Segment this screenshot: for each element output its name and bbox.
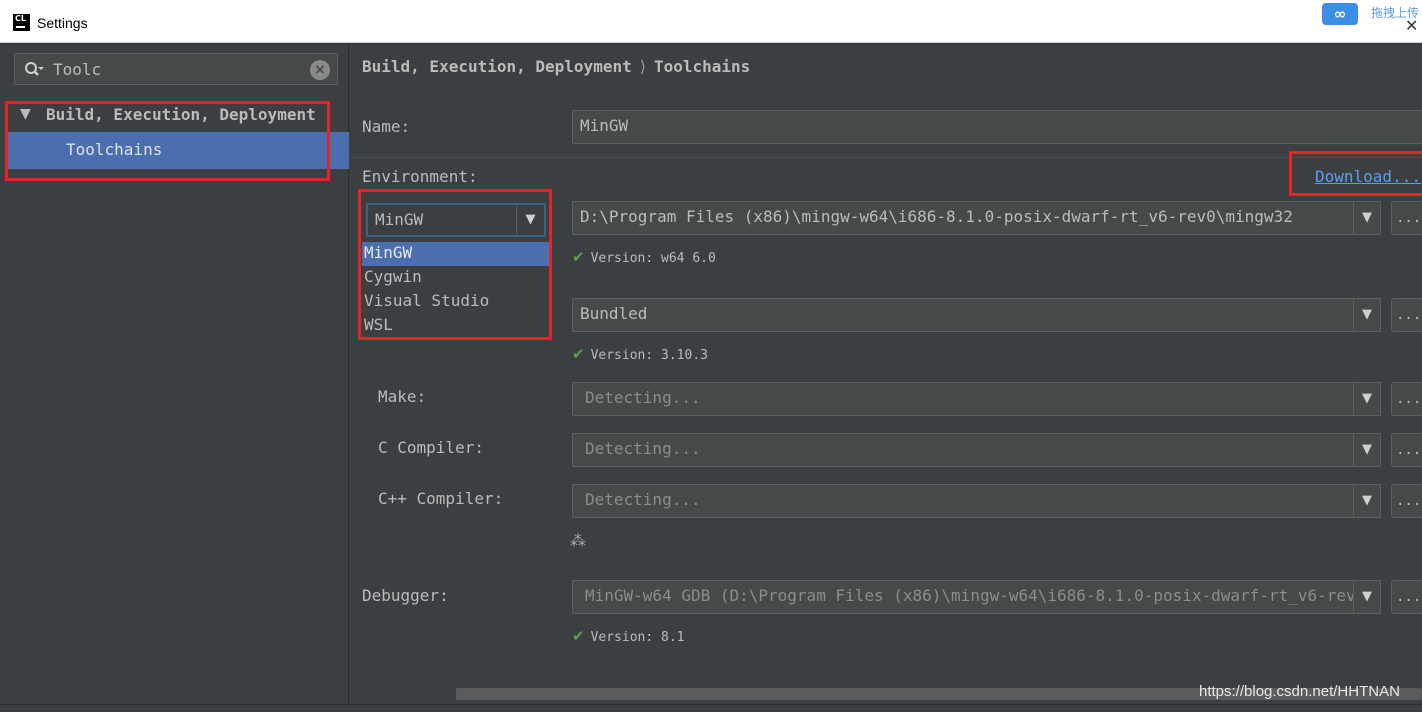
debugger-browse-button[interactable]: ... [1391,580,1422,614]
environment-path-field[interactable]: D:\Program Files (x86)\mingw-w64\i686-8.… [572,201,1354,235]
check-icon: ✔ [572,627,585,645]
window-title: Settings [37,15,88,31]
breadcrumb-separator: ⟩ [639,57,646,76]
environment-type-value: MinGW [375,210,424,229]
debugger-version: ✔ Version: 8.1 [572,627,685,645]
environment-path-value: D:\Program Files (x86)\mingw-w64\i686-8.… [580,207,1293,226]
breadcrumb-page: Toolchains [653,57,751,76]
breadcrumb: Build, Execution, Deployment ⟩ Toolchains [362,57,750,76]
dialog-bottom-edge [0,704,1422,712]
name-label: Name: [362,117,411,136]
window-titlebar: CL Settings ∞ 拖拽上传 ✕ [0,0,1422,43]
settings-search-box[interactable]: × [14,53,338,85]
environment-version: ✔ Version: w64 6.0 [572,248,716,266]
divider [350,157,1422,158]
check-icon: ✔ [572,345,585,363]
close-icon[interactable]: ✕ [1405,16,1418,35]
c-compiler-label: C Compiler: [378,438,484,457]
environment-type-popup: MinGW Cygwin Visual Studio WSL [362,242,549,338]
tree-item-toolchains[interactable]: Toolchains [5,132,349,169]
tree-item-label: Build, Execution, Deployment [46,105,316,124]
settings-content-panel: Build, Execution, Deployment ⟩ Toolchains … [350,43,1422,712]
cpp-compiler-label: C++ Compiler: [378,489,504,508]
settings-search-input[interactable] [53,58,303,80]
debugger-dropdown[interactable]: ▼ [1353,580,1381,614]
clion-app-icon: CL [13,14,30,31]
toolchain-name-value: MinGW [580,116,629,135]
cpp-compiler-dropdown[interactable]: ▼ [1353,484,1381,518]
loading-spinner-icon: ⁂ [570,531,586,550]
tree-expand-arrow-icon[interactable]: ▼ [20,106,31,122]
env-option-wsl[interactable]: WSL [362,314,549,338]
make-field[interactable]: Detecting... [572,382,1354,416]
make-dropdown[interactable]: ▼ [1353,382,1381,416]
env-option-cygwin[interactable]: Cygwin [362,266,549,290]
download-link[interactable]: Download... [1315,167,1421,186]
debugger-field[interactable]: MinGW-w64 GDB (D:\Program Files (x86)\mi… [572,580,1354,614]
environment-type-select[interactable]: MinGW ▼ [366,203,546,237]
environment-path-dropdown[interactable]: ▼ [1353,201,1381,235]
make-value: Detecting... [585,388,701,407]
debugger-value: MinGW-w64 GDB (D:\Program Files (x86)\mi… [585,586,1353,605]
cmake-field[interactable]: Bundled [572,298,1354,332]
cmake-version: ✔ Version: 3.10.3 [572,345,708,363]
watermark: https://blog.csdn.net/HHTNAN [1199,683,1400,700]
c-compiler-dropdown[interactable]: ▼ [1353,433,1381,467]
env-option-mingw[interactable]: MinGW [362,242,549,266]
cmake-dropdown[interactable]: ▼ [1353,298,1381,332]
tree-item-label: Toolchains [66,140,163,159]
upload-extension-icon[interactable]: ∞ [1322,3,1358,25]
debugger-label: Debugger: [362,586,449,605]
cpp-compiler-field[interactable]: Detecting... [572,484,1354,518]
environment-label: Environment: [362,167,478,186]
breadcrumb-section: Build, Execution, Deployment [362,57,632,76]
c-compiler-field[interactable]: Detecting... [572,433,1354,467]
cpp-compiler-value: Detecting... [585,490,701,509]
cpp-compiler-browse-button[interactable]: ... [1391,484,1422,518]
check-icon: ✔ [572,248,585,266]
c-compiler-browse-button[interactable]: ... [1391,433,1422,467]
make-label: Make: [378,387,427,406]
env-option-visual-studio[interactable]: Visual Studio [362,290,549,314]
c-compiler-value: Detecting... [585,439,701,458]
chevron-down-icon[interactable]: ▼ [516,205,544,235]
environment-browse-button[interactable]: ... [1391,201,1422,235]
toolchain-name-field[interactable]: MinGW [572,110,1422,144]
tree-item-build-execution-deployment[interactable]: ▼ Build, Execution, Deployment [0,101,349,129]
cmake-value: Bundled [580,304,648,323]
make-browse-button[interactable]: ... [1391,382,1422,416]
clear-search-icon[interactable]: × [310,60,330,80]
search-icon[interactable] [24,60,44,80]
settings-sidebar: × ▼ Build, Execution, Deployment Toolcha… [0,43,349,712]
cmake-browse-button[interactable]: ... [1391,298,1422,332]
